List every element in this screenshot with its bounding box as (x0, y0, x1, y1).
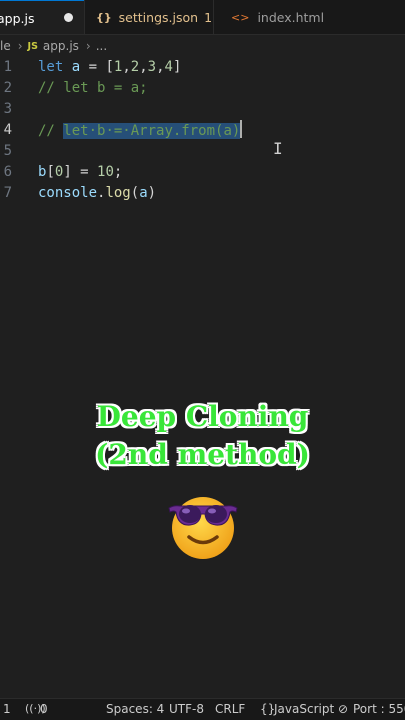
line-number: 3 (3, 100, 12, 117)
problem-count: 1 (204, 10, 213, 25)
chevron-right-icon: › (85, 39, 91, 53)
code-line[interactable]: 1 let a = [1,2,3,4] (0, 56, 405, 77)
braces-icon: {} (96, 11, 112, 24)
breadcrumb: le › JS app.js › ... (0, 36, 405, 56)
line-number: 4 (3, 121, 12, 138)
tab-settings-json[interactable]: {} settings.json 1 (84, 0, 214, 34)
breadcrumb-file[interactable]: app.js (43, 39, 79, 53)
code-text: b[0] = 10; (38, 163, 123, 180)
code-line[interactable]: 6 b[0] = 10; (0, 161, 405, 182)
ibeam-cursor-icon: I (273, 139, 283, 158)
code-editor[interactable]: 1 let a = [1,2,3,4] 2 // let b = a; 3 4 … (0, 56, 405, 696)
no-entry-icon: ⊘ (338, 702, 349, 716)
code-brackets-icon: <> (231, 11, 250, 24)
tab-bar: app.js {} settings.json 1 <> index.html (0, 0, 405, 35)
code-line[interactable]: 5 (0, 140, 405, 161)
js-file-icon: JS (27, 40, 38, 52)
tab-label: app.js (0, 10, 35, 26)
code-text: let a = [1,2,3,4] (38, 58, 182, 75)
code-line-current[interactable]: 4 // let·b·=·Array.from(a) (0, 119, 405, 140)
code-line[interactable]: 3 (0, 98, 405, 119)
line-number: 7 (3, 184, 12, 201)
status-problems[interactable]: 1 (3, 702, 11, 716)
line-number: 5 (3, 142, 12, 159)
line-number: 2 (3, 79, 12, 96)
status-language[interactable]: JavaScript (274, 702, 334, 716)
braces-icon: {} (260, 702, 276, 716)
sunglasses-emoji-icon (168, 497, 238, 559)
line-number: 6 (3, 163, 12, 180)
text-cursor (240, 120, 243, 138)
status-indentation[interactable]: Spaces: 4 (106, 702, 164, 716)
code-line[interactable]: 2 // let b = a; (0, 77, 405, 98)
status-encoding[interactable]: UTF-8 (169, 702, 204, 716)
status-eol[interactable]: CRLF (215, 702, 245, 716)
breadcrumb-symbols[interactable]: ... (96, 39, 107, 53)
tab-label: index.html (257, 10, 325, 25)
tab-app-js[interactable]: app.js (0, 0, 84, 34)
chevron-right-icon: › (17, 39, 23, 53)
caption-line-1: Deep Cloning (96, 400, 309, 433)
code-text: // let b = a; (38, 79, 148, 96)
video-caption: Deep Cloning (2nd method) (0, 398, 405, 474)
unsaved-dot-icon[interactable] (64, 13, 73, 22)
caption-line-2: (2nd method) (95, 438, 310, 471)
tab-label: settings.json (118, 10, 199, 25)
status-ports[interactable]: 0 (40, 702, 48, 716)
breadcrumb-folder[interactable]: le (0, 39, 11, 53)
line-number: 1 (3, 58, 12, 75)
tab-index-html[interactable]: <> index.html (214, 0, 405, 34)
code-text: console.log(a) (38, 184, 157, 201)
status-live-server[interactable]: Port : 5500 (353, 702, 405, 716)
code-line[interactable]: 7 console.log(a) (0, 182, 405, 203)
code-text: // let·b·=·Array.from(a) (38, 120, 243, 139)
status-bar: 1 ((·)) 0 Spaces: 4 UTF-8 CRLF {} JavaSc… (0, 698, 405, 720)
